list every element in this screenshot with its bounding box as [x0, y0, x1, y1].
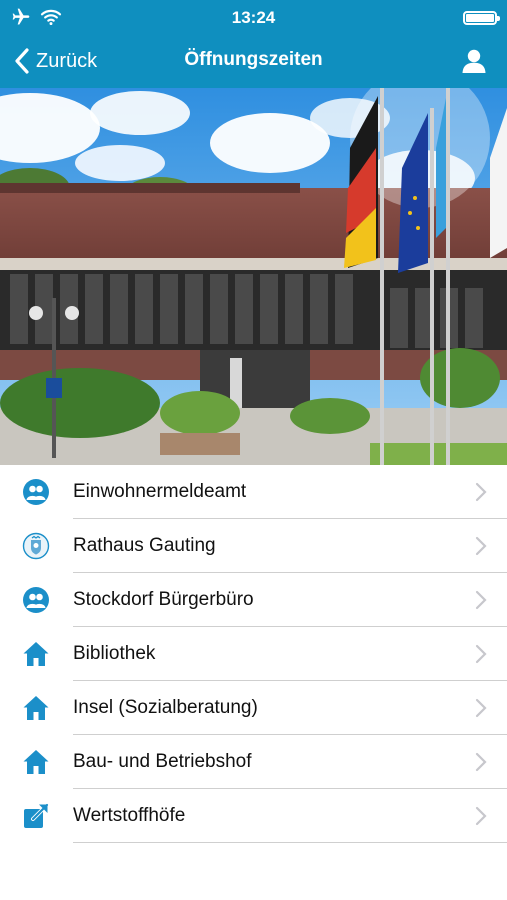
crest-icon: [22, 532, 50, 560]
home-icon: [23, 750, 49, 774]
chevron-right-icon: [475, 482, 487, 502]
list-item-label: Bibliothek: [73, 643, 156, 664]
list-item-bibliothek[interactable]: Bibliothek: [0, 627, 507, 681]
external-link-icon: [24, 803, 49, 828]
list-item-label: Insel (Sozialberatung): [73, 697, 258, 718]
status-bar: 13:24: [0, 0, 507, 34]
chevron-right-icon: [475, 752, 487, 772]
list-item-wertstoffhoefe[interactable]: Wertstoffhöfe: [0, 789, 507, 843]
list-item-bau-und-betriebshof[interactable]: Bau- und Betriebshof: [0, 735, 507, 789]
list-item-label: Stockdorf Bürgerbüro: [73, 589, 254, 610]
user-icon[interactable]: [461, 48, 487, 74]
list-item-einwohnermeldeamt[interactable]: Einwohnermeldeamt: [0, 465, 507, 519]
chevron-right-icon: [475, 806, 487, 826]
chevron-right-icon: [475, 644, 487, 664]
separator: [73, 842, 507, 843]
list-item-insel-sozialberatung[interactable]: Insel (Sozialberatung): [0, 681, 507, 735]
people-icon: [23, 587, 49, 613]
chevron-right-icon: [475, 590, 487, 610]
nav-bar: Zurück Öffnungszeiten: [0, 34, 507, 88]
home-icon: [23, 642, 49, 666]
list-item-label: Wertstoffhöfe: [73, 805, 186, 826]
chevron-right-icon: [475, 536, 487, 556]
people-icon: [23, 479, 49, 505]
battery-icon: [463, 11, 500, 25]
chevron-right-icon: [475, 698, 487, 718]
list-item-label: Einwohnermeldeamt: [73, 481, 247, 502]
list-item-stockdorf-buergerbuero[interactable]: Stockdorf Bürgerbüro: [0, 573, 507, 627]
page-title: Öffnungszeiten: [184, 49, 323, 70]
list-item-label: Rathaus Gauting: [73, 535, 216, 556]
list-item-rathaus-gauting[interactable]: Rathaus Gauting: [0, 519, 507, 573]
home-icon: [23, 696, 49, 720]
opening-hours-list: Einwohnermeldeamt Rathaus Gauting Stockd…: [0, 465, 507, 843]
list-item-label: Bau- und Betriebshof: [73, 751, 252, 772]
status-time: 13:24: [231, 8, 276, 27]
town-hall-photo: [0, 88, 507, 465]
